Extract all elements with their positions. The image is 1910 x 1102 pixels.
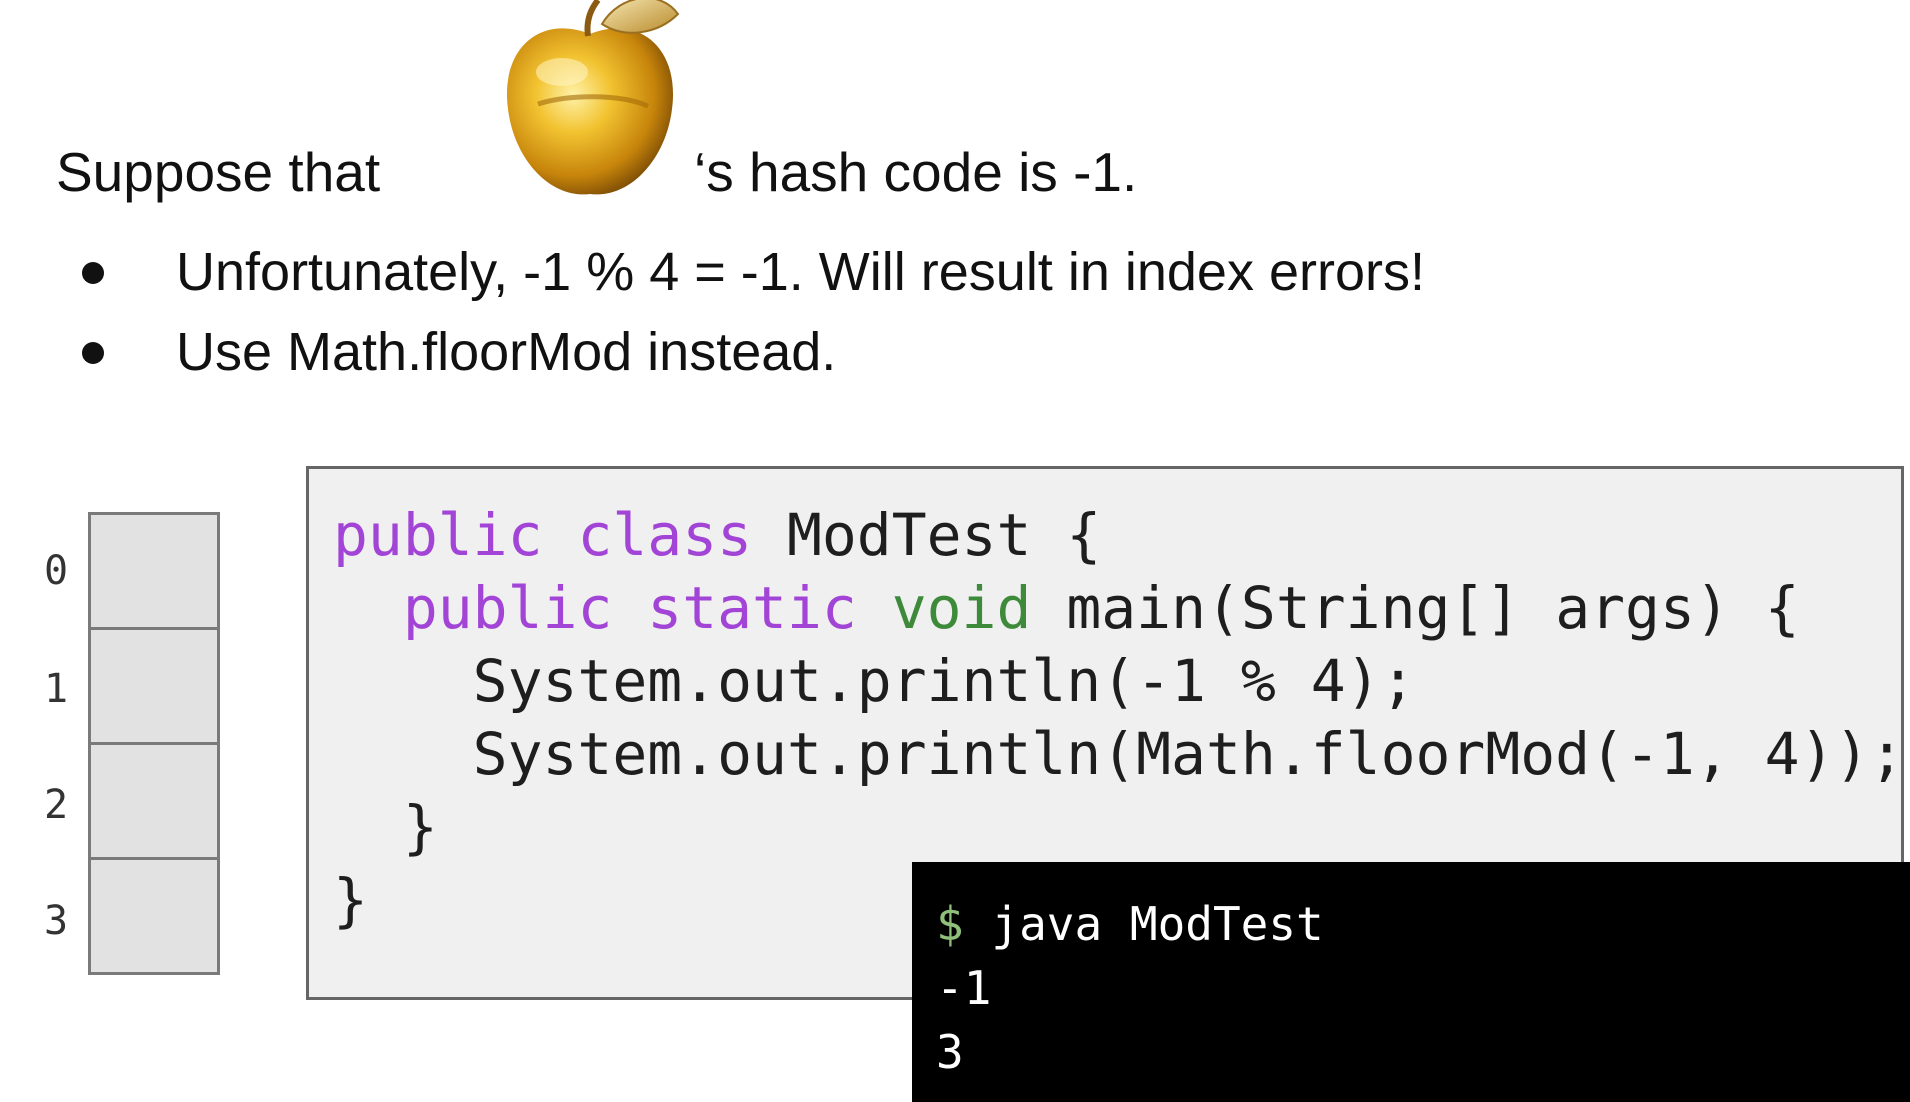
bullet-icon <box>82 262 104 284</box>
code-keyword: static <box>647 574 857 642</box>
array-index-label: 2 <box>44 782 69 828</box>
terminal-prompt: $ <box>936 897 964 951</box>
array-bucket <box>88 857 220 975</box>
array-index-label: 0 <box>44 548 69 594</box>
bullet-icon <box>82 342 104 364</box>
terminal-output-line: -1 <box>936 961 992 1015</box>
code-line: System.out.println(-1 % 4); <box>333 647 1416 715</box>
code-keyword: public <box>333 501 543 569</box>
code-line: } <box>333 866 368 934</box>
code-text-segment: ModTest { <box>752 501 1102 569</box>
bullet-item: Use Math.floorMod instead. <box>70 312 1425 392</box>
code-text-segment: main(String[] args) { <box>1031 574 1800 642</box>
code-type: void <box>891 574 1032 642</box>
array-bucket <box>88 512 220 630</box>
bullet-list: Unfortunately, -1 % 4 = -1. Will result … <box>70 232 1425 392</box>
code-line: System.out.println(Math.floorMod(-1, 4))… <box>333 720 1905 788</box>
code-line: } <box>333 793 438 861</box>
array-bucket <box>88 742 220 860</box>
array-buckets <box>88 512 220 975</box>
terminal-command: java ModTest <box>963 897 1324 951</box>
terminal-output: $ java ModTest -1 3 <box>912 862 1910 1102</box>
code-line: public static void main(String[] args) { <box>333 574 1800 642</box>
array-bucket <box>88 627 220 745</box>
bullet-item: Unfortunately, -1 % 4 = -1. Will result … <box>70 232 1425 312</box>
terminal-text: $ java ModTest -1 3 <box>936 892 1324 1084</box>
code-keyword: public <box>402 574 613 642</box>
code-line: public class ModTest { <box>333 501 1101 569</box>
title-suffix: ‘s hash code is -1. <box>694 141 1138 203</box>
array-index-label: 1 <box>44 666 69 712</box>
terminal-output-line: 3 <box>936 1025 964 1079</box>
array-index-label: 3 <box>44 898 69 944</box>
golden-apple-icon <box>506 0 680 195</box>
bullet-text: Unfortunately, -1 % 4 = -1. Will result … <box>176 242 1425 302</box>
bullet-text: Use Math.floorMod instead. <box>176 322 837 382</box>
code-keyword: class <box>577 501 753 569</box>
title-prefix: Suppose that <box>56 141 381 203</box>
